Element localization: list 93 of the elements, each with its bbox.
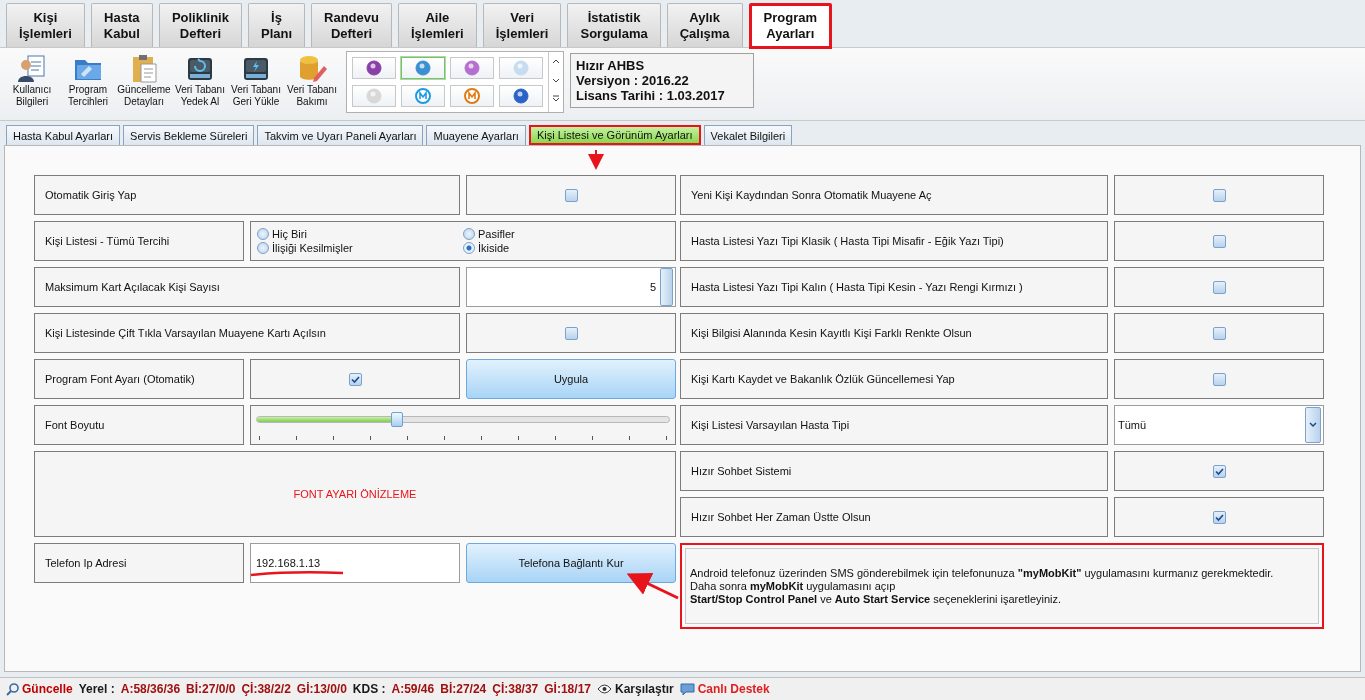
- menu-tab[interactable]: Veri İşlemleri: [482, 3, 562, 47]
- info-text: Android telefonuz üzerinden SMS gönderebilmek için telefonunuza "myMobKit" uygulamasını kurmanız gerekmektedir.: [690, 566, 1275, 580]
- theme-swatch[interactable]: [499, 57, 543, 79]
- ip-field[interactable]: 192.168.1.13: [250, 543, 460, 583]
- user-card-icon: [16, 52, 48, 84]
- status-count: Bİ:27/24: [440, 682, 487, 696]
- setting-label: Kişi Bilgisi Alanında Kesin Kayıtlı Kişi Farklı Renkte Olsun: [690, 327, 972, 339]
- setting-label: Hızır Sohbet Sistemi: [690, 465, 792, 477]
- about-text: Hızır AHBS: [576, 58, 646, 73]
- toolbar-button[interactable]: Güncelleme Detayları: [116, 48, 172, 108]
- annotation-arrow: [626, 572, 679, 600]
- setting-label: Kişi Listesinde Çift Tıkla Varsayılan Muayene Kartı Açılsın: [44, 327, 326, 339]
- menu-tab[interactable]: Kişi İşlemleri: [6, 3, 85, 47]
- toolbar-button[interactable]: Program Tercihleri: [60, 48, 116, 108]
- theme-swatch[interactable]: [450, 84, 494, 107]
- checkbox[interactable]: [1212, 234, 1226, 248]
- status-count: Bİ:27/0/0: [186, 682, 236, 696]
- theme-swatch[interactable]: [401, 84, 445, 107]
- theme-swatch[interactable]: [352, 84, 396, 107]
- settings-tab[interactable]: Muayene Ayarları: [426, 125, 526, 145]
- menu-tab[interactable]: Hasta Kabul: [90, 3, 153, 47]
- setting-label: Telefon Ip Adresi: [44, 557, 127, 569]
- status-count: Çİ:38/2/2: [241, 682, 291, 696]
- setting-label: Kişi Kartı Kaydet ve Bakanlık Özlük Güncellemesi Yap: [690, 373, 955, 385]
- radio-option[interactable]: İlişiği Kesilmişler: [257, 242, 463, 254]
- status-count: A:59/46: [391, 682, 435, 696]
- checkbox[interactable]: [1212, 188, 1226, 202]
- checkbox[interactable]: [564, 326, 578, 340]
- setting-label: Maksimum Kart Açılacak Kişi Sayısı: [44, 281, 220, 293]
- caret-icon: [1309, 422, 1317, 428]
- checkbox[interactable]: [1212, 326, 1226, 340]
- about-text: Versiyon : 2016.22: [576, 73, 690, 88]
- slider-thumb[interactable]: [391, 412, 404, 427]
- about-text: Lisans Tarihi : 1.03.2017: [576, 88, 725, 103]
- font-preview-text: FONT AYARI ÖNİZLEME: [293, 488, 417, 500]
- setting-label: Kişi Listesi Varsayılan Hasta Tipi: [690, 419, 850, 431]
- setting-label: Hasta Listesi Yazı Tipi Klasik ( Hasta Tipi Misafir - Eğik Yazı Tipi): [690, 235, 1004, 247]
- settings-tab[interactable]: Hasta Kabul Ayarları: [6, 125, 121, 145]
- status-count: Gİ:18/17: [544, 682, 591, 696]
- status-count: Çİ:38/37: [492, 682, 539, 696]
- status-count: A:58/36/36: [120, 682, 181, 696]
- radio-option[interactable]: İkiside: [463, 242, 663, 254]
- status-heading: Yerel :: [78, 682, 115, 696]
- radio-option[interactable]: Hiç Biri: [257, 228, 463, 240]
- select-field[interactable]: Tümü: [1114, 405, 1324, 445]
- setting-label: Hızır Sohbet Her Zaman Üstte Olsun: [690, 511, 871, 523]
- settings-tab[interactable]: Vekalet Bilgileri: [703, 125, 793, 145]
- menu-tab[interactable]: İstatistik Sorgulama: [567, 3, 661, 47]
- setting-label: Yeni Kişi Kaydından Sonra Otomatik Muayene Aç: [690, 189, 932, 201]
- status-heading: KDS :: [352, 682, 386, 696]
- setting-label: Hasta Listesi Yazı Tipi Kalın ( Hasta Tipi Kesin - Yazı Rengi Kırmızı ): [690, 281, 1023, 293]
- info-text: Start/Stop Control Panel ve Auto Start Service seçeneklerini işaretleyiniz.: [690, 592, 1063, 606]
- chat-icon: [679, 682, 695, 696]
- theme-swatch[interactable]: [401, 57, 445, 79]
- toolbar-button[interactable]: Veri Tabanı Bakımı: [284, 48, 340, 108]
- settings-tab[interactable]: Takvim ve Uyarı Paneli Ayarları: [257, 125, 424, 145]
- menu-tab[interactable]: Program Ayarları: [748, 3, 832, 49]
- menu-tab[interactable]: Aylık Çalışma: [666, 3, 743, 47]
- settings-tab[interactable]: Servis Bekleme Süreleri: [123, 125, 255, 145]
- toolbar-button[interactable]: Veri Tabanı Geri Yükle: [228, 48, 284, 108]
- eye-icon: [597, 684, 612, 694]
- theme-swatch[interactable]: [450, 57, 494, 79]
- info-text: Daha sonra myMobKit uygulamasını açıp: [690, 579, 897, 593]
- search-icon: [6, 682, 19, 696]
- radio-option[interactable]: Pasifler: [463, 228, 663, 240]
- compare-link[interactable]: Karşılaştır: [597, 682, 674, 696]
- setting-label: Kişi Listesi - Tümü Tercihi: [44, 235, 170, 247]
- checkbox[interactable]: [1212, 280, 1226, 294]
- setting-label: Program Font Ayarı (Otomatik): [44, 373, 195, 385]
- toolbar-button[interactable]: Kullanıcı Bilgileri: [4, 48, 60, 108]
- checkbox[interactable]: [348, 372, 362, 386]
- menu-tab[interactable]: İş Planı: [247, 3, 306, 47]
- checkbox[interactable]: [1212, 372, 1226, 386]
- setting-label: Otomatik Giriş Yap: [44, 189, 137, 201]
- checkbox[interactable]: [564, 188, 578, 202]
- connect-button[interactable]: Telefona Bağlantı Kur: [466, 543, 676, 583]
- menu-tab[interactable]: Poliklinik Defteri: [158, 3, 242, 47]
- apply-button[interactable]: Uygula: [466, 359, 676, 399]
- settings-tab[interactable]: Kişi Listesi ve Görünüm Ayarları: [528, 125, 701, 145]
- status-count: Gİ:13/0/0: [296, 682, 347, 696]
- toolbar-button[interactable]: Veri Tabanı Yedek Al: [172, 48, 228, 108]
- checkbox[interactable]: [1212, 464, 1226, 478]
- number-field[interactable]: 5: [466, 267, 676, 307]
- update-link[interactable]: Güncelle: [6, 682, 73, 696]
- support-link[interactable]: Canlı Destek: [679, 682, 770, 696]
- theme-swatch[interactable]: [352, 57, 396, 79]
- theme-swatch[interactable]: [499, 84, 543, 107]
- menu-tab[interactable]: Randevu Defteri: [311, 3, 392, 47]
- spin-buttons[interactable]: [660, 268, 673, 306]
- setting-label: Font Boyutu: [44, 419, 105, 431]
- annotation-arrow: [588, 149, 604, 170]
- menu-tab[interactable]: Aile İşlemleri: [397, 3, 477, 47]
- checkbox[interactable]: [1212, 510, 1226, 524]
